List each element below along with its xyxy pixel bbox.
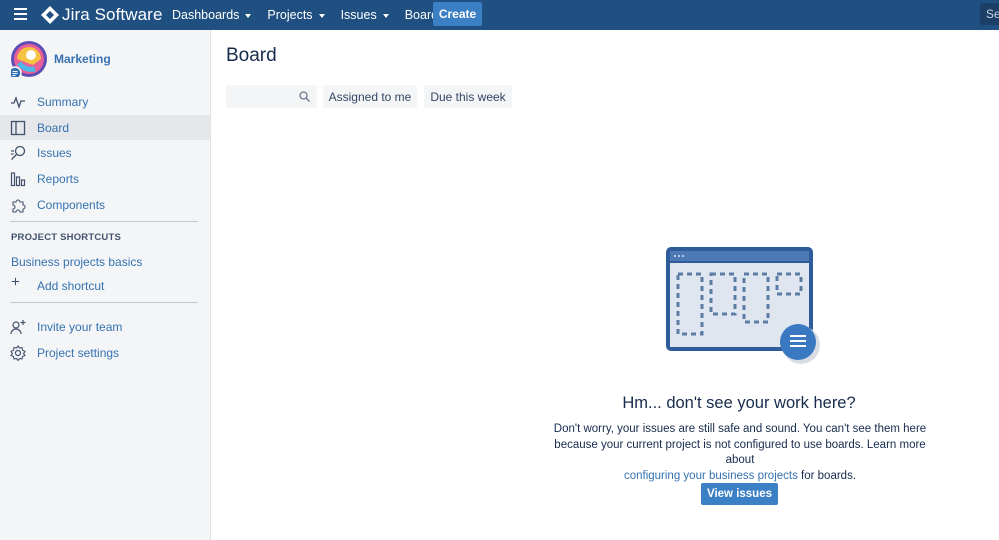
sidebar-item-board[interactable]: Board [0, 115, 210, 140]
chevron-down-icon [245, 13, 252, 18]
activity-icon [11, 96, 25, 110]
sidebar-divider [10, 221, 198, 222]
project-settings-button[interactable]: Project settings [0, 340, 210, 365]
filter-assigned-to-me[interactable]: Assigned to me [323, 85, 417, 108]
sidebar-item-components[interactable]: Components [0, 192, 210, 217]
project-shortcuts-heading: PROJECT SHORTCUTS [11, 232, 122, 243]
add-shortcut-button[interactable]: Add shortcut [0, 273, 210, 298]
shortcut-business-projects-basics[interactable]: Business projects basics [11, 255, 142, 269]
board-search-input[interactable] [226, 85, 317, 108]
empty-state-line-2: because your current project is not conf… [554, 438, 926, 467]
project-settings-label: Project settings [37, 345, 120, 360]
nav-issues-label: Issues [340, 8, 377, 22]
create-button[interactable]: Create [433, 2, 482, 26]
search-icon [299, 91, 310, 102]
project-name[interactable]: Marketing [54, 52, 111, 66]
invite-team-button[interactable]: Invite your team [0, 314, 210, 339]
issues-search-icon [11, 145, 26, 160]
sidebar-item-label: Issues [37, 145, 72, 160]
top-navigation: Jira Software Dashboards Projects Issues… [0, 0, 999, 30]
search-input[interactable]: Se [980, 3, 999, 25]
nav-projects-label: Projects [267, 8, 313, 22]
sidebar-item-summary[interactable]: Summary [0, 89, 210, 114]
puzzle-icon [12, 199, 26, 213]
reports-chart-icon [10, 172, 26, 187]
sidebar-item-label: Board [37, 120, 70, 135]
view-issues-button[interactable]: View issues [701, 483, 778, 505]
plus-icon [11, 277, 20, 286]
configuring-business-projects-link[interactable]: configuring your business projects [624, 470, 798, 482]
nav-issues[interactable]: Issues [341, 8, 389, 22]
add-shortcut-label: Add shortcut [37, 278, 105, 293]
board-icon [10, 120, 26, 136]
jira-logo[interactable]: Jira Software [41, 5, 163, 25]
add-user-icon [10, 320, 26, 335]
jira-diamond-icon [41, 6, 59, 24]
empty-state-suffix: for boards. [797, 469, 857, 482]
menu-icon[interactable] [14, 8, 27, 20]
nav-projects[interactable]: Projects [267, 8, 325, 22]
filter-due-this-week[interactable]: Due this week [424, 85, 512, 108]
gear-icon [10, 345, 26, 361]
sidebar-item-label: Reports [37, 171, 80, 186]
project-avatar[interactable] [11, 41, 47, 77]
sidebar-item-reports[interactable]: Reports [0, 166, 210, 191]
empty-state-description: Don't worry, your issues are still safe … [545, 422, 935, 484]
empty-state-heading: Hm... don't see your work here? [622, 394, 856, 412]
empty-state-line-1: Don't worry, your issues are still safe … [553, 423, 927, 435]
empty-state-line-3: configuring your business projects for b… [545, 469, 935, 485]
project-sidebar: Marketing Summary Board Issues Reports C… [0, 30, 211, 540]
invite-team-label: Invite your team [37, 319, 123, 334]
sidebar-item-label: Summary [37, 94, 89, 109]
chevron-down-icon [318, 13, 325, 18]
empty-board-illustration [666, 247, 820, 364]
sidebar-item-issues[interactable]: Issues [0, 140, 210, 165]
product-name: Jira Software [62, 5, 163, 24]
nav-dashboards[interactable]: Dashboards [172, 8, 252, 22]
chevron-down-icon [382, 13, 389, 18]
page-title: Board [226, 45, 277, 66]
nav-dashboards-label: Dashboards [172, 8, 240, 22]
sidebar-divider [10, 302, 198, 303]
sidebar-item-label: Components [37, 197, 106, 212]
